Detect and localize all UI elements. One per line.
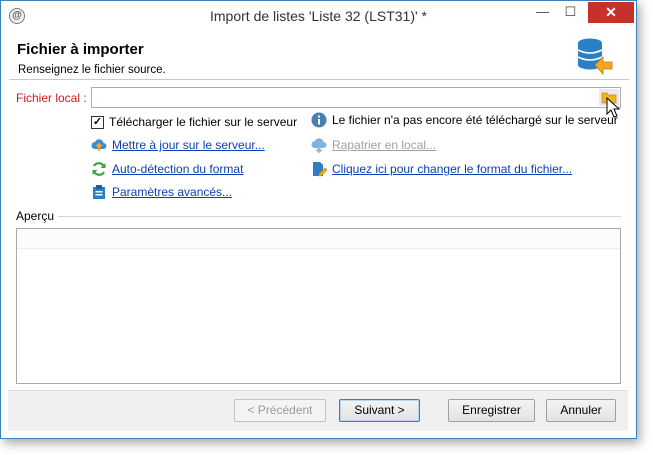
update-server-link[interactable]: Mettre à jour sur le serveur... [112,138,265,152]
save-button[interactable]: Enregistrer [448,399,535,422]
upload-checkbox-label: Télécharger le fichier sur le serveur [109,115,298,129]
auto-detect-link[interactable]: Auto-détection du format [112,162,243,176]
repatriate-link[interactable]: Rapatrier en local... [332,138,436,152]
page-subtitle: Renseignez le fichier source. [18,64,166,76]
upload-status-info: Le fichier n'a pas encore été téléchargé… [311,112,618,128]
preview-divider [58,216,621,217]
maximize-button[interactable]: ☐ [557,2,584,23]
preview-panel[interactable] [16,228,621,384]
advanced-params-link[interactable]: Paramètres avancés... [112,185,232,199]
cloud-download-icon [311,138,327,153]
update-server-option[interactable]: Mettre à jour sur le serveur... [91,137,265,153]
database-import-icon [577,38,613,75]
upload-checkbox[interactable]: ✓ [91,115,104,129]
local-file-input[interactable] [91,87,621,108]
change-format-link[interactable]: Cliquez ici pour changer le format du fi… [332,162,572,176]
title-bar[interactable]: @ Import de listes 'Liste 32 (LST31)' * … [1,1,636,32]
page-title: Fichier à importer [17,41,144,58]
preview-header-row [17,229,620,249]
minimize-button[interactable]: — [529,2,556,23]
previous-button[interactable]: < Précédent [234,399,326,422]
clipboard-icon [93,185,105,199]
repatriate-option[interactable]: Rapatrier en local... [311,137,436,153]
cloud-upload-icon [91,139,107,151]
edit-file-icon [313,162,327,177]
auto-detect-option[interactable]: Auto-détection du format [91,161,243,177]
preview-label: Aperçu [16,209,55,223]
close-button[interactable]: ✕ [588,2,634,23]
next-button[interactable]: Suivant > [339,399,420,422]
wizard-header: Fichier à importer Renseignez le fichier… [9,32,629,80]
refresh-icon [92,162,106,176]
cancel-button[interactable]: Annuler [546,399,616,422]
advanced-params-option[interactable]: Paramètres avancés... [91,184,232,200]
upload-status-text: Le fichier n'a pas encore été téléchargé… [332,113,618,127]
info-icon [311,112,327,128]
change-format-option[interactable]: Cliquez ici pour changer le format du fi… [311,161,572,177]
local-file-label: Fichier local : [16,91,87,105]
upload-option[interactable]: ✓ Télécharger le fichier sur le serveur [91,115,297,129]
